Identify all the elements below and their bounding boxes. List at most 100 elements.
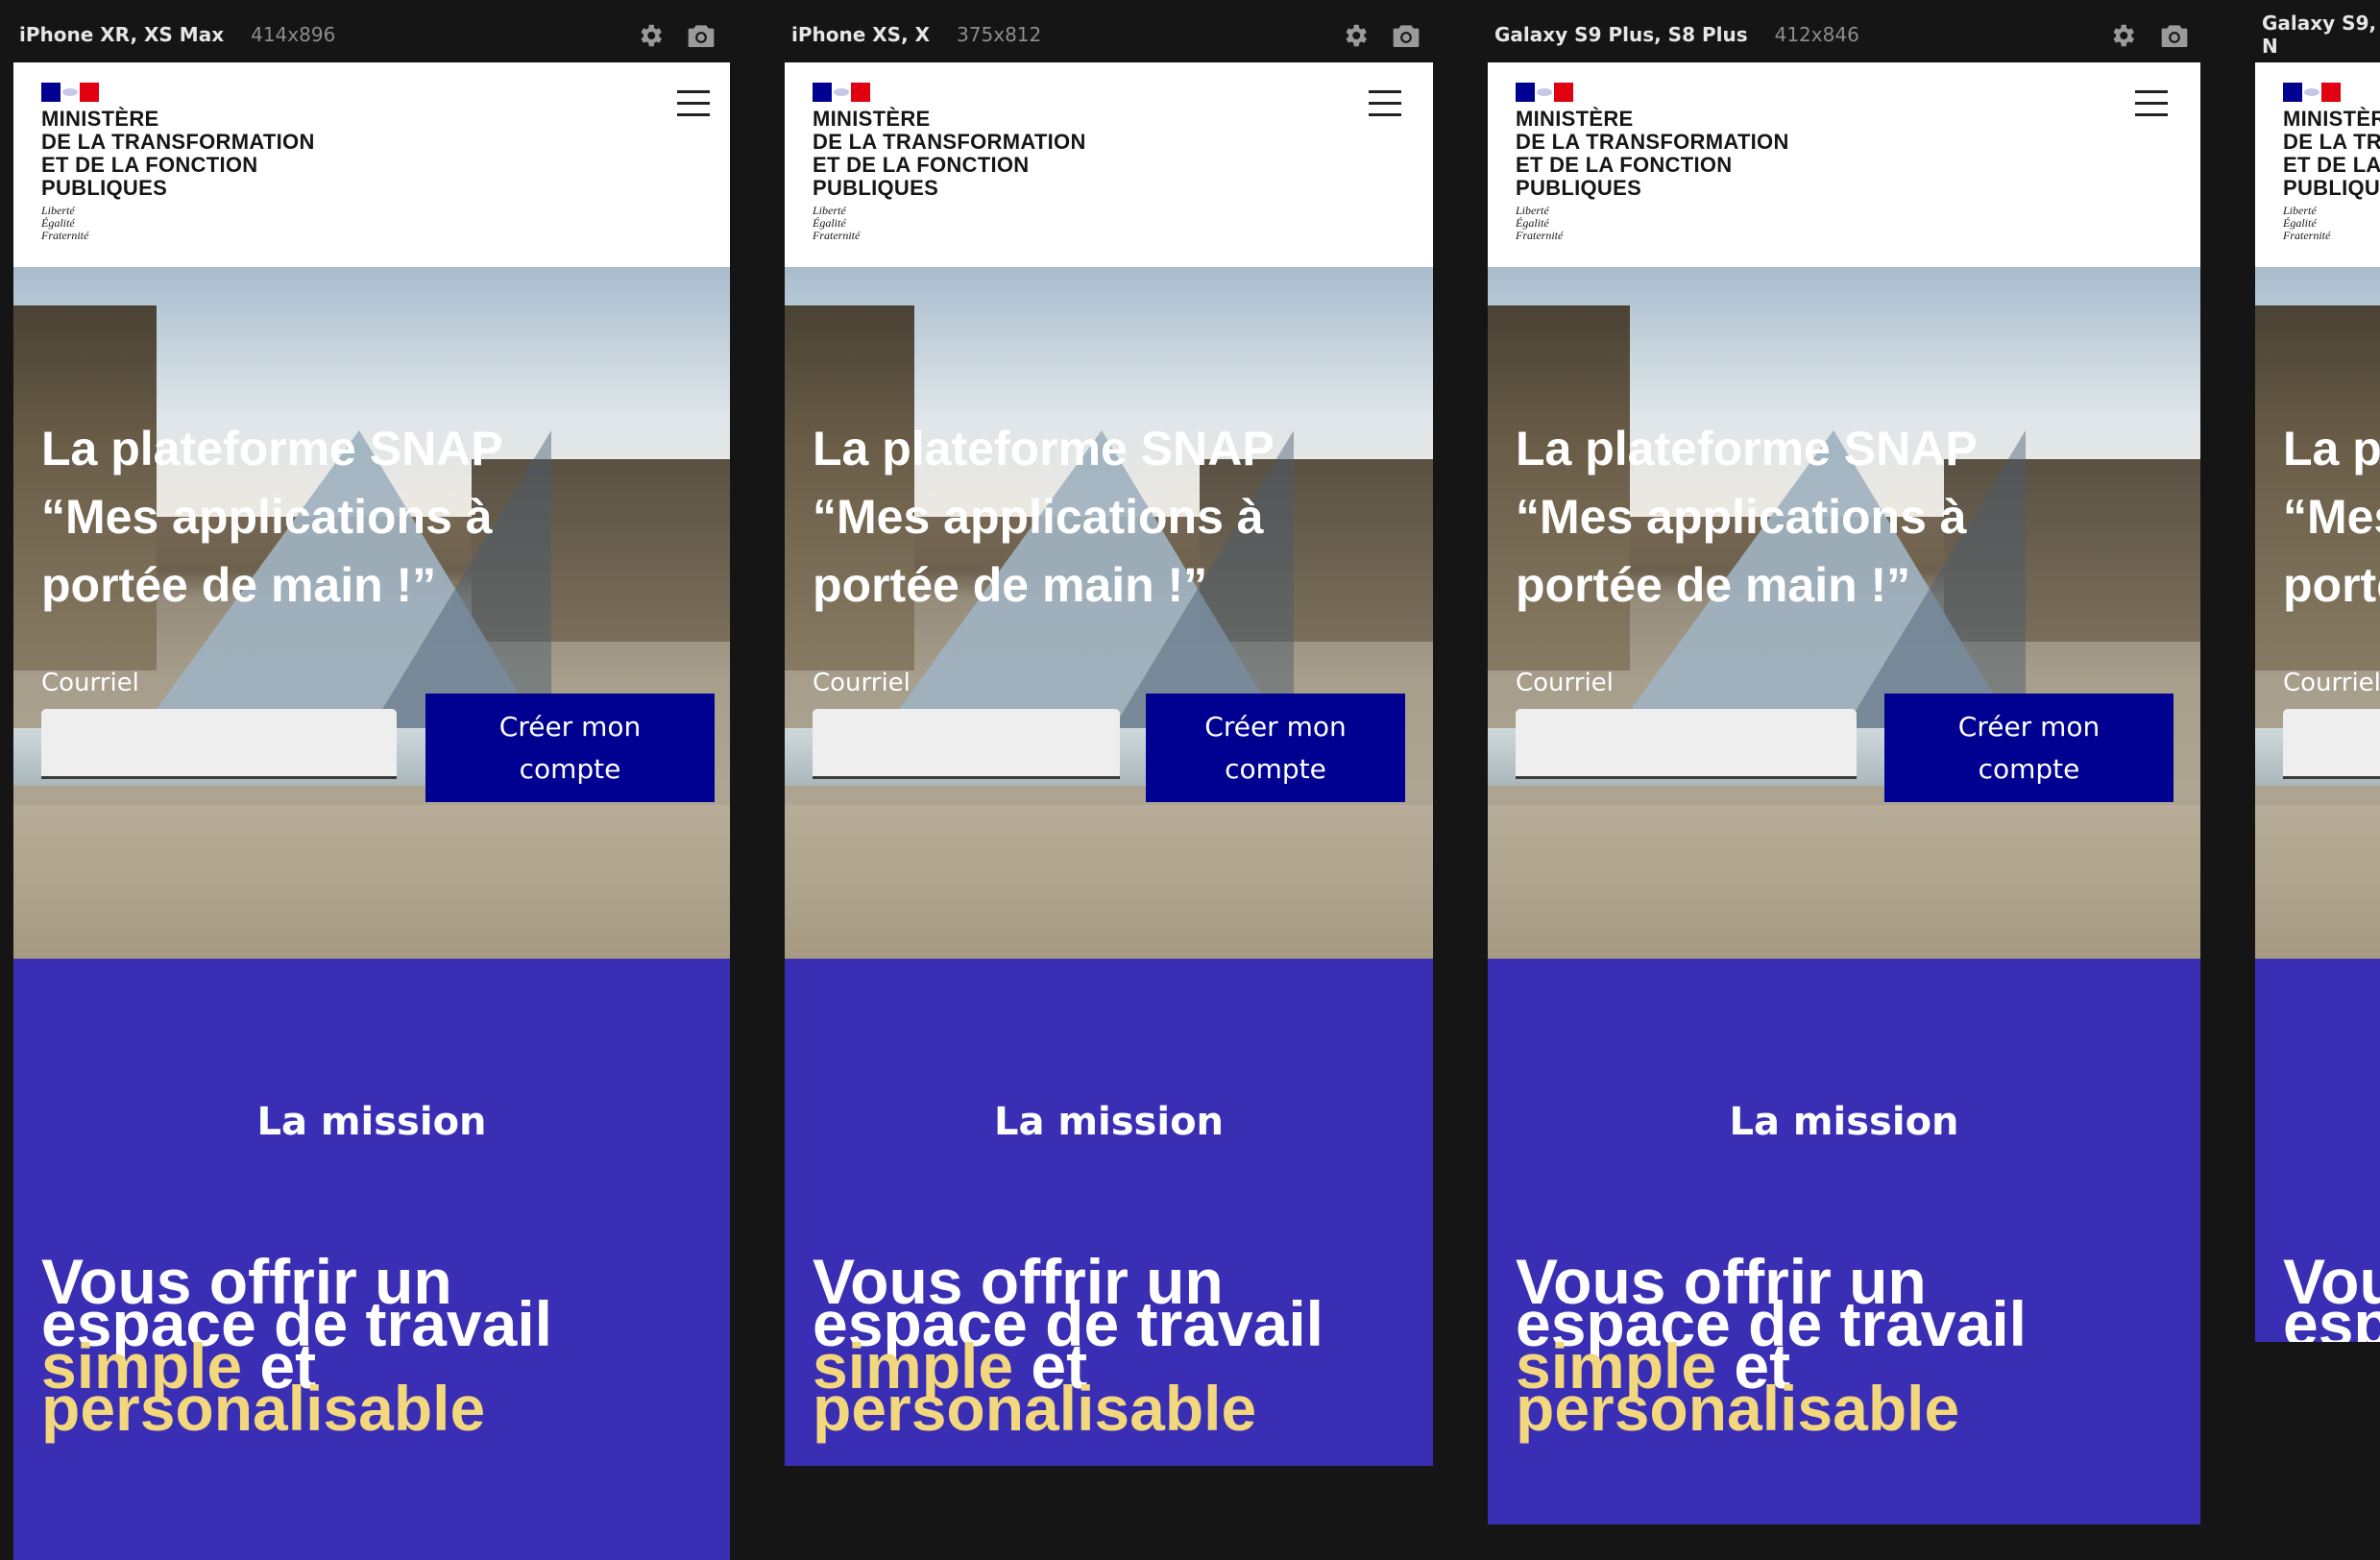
republic-motto: Liberté Égalité Fraternité (813, 205, 860, 242)
hero-title-line: “Mes applications à (2283, 490, 2380, 544)
device-label: Galaxy S9, N (2262, 12, 2380, 58)
create-account-button[interactable]: Créer mon compte (1884, 694, 2174, 802)
gear-icon[interactable] (2108, 21, 2139, 50)
device-name: iPhone XS, X (791, 23, 931, 46)
republic-motto: Liberté Égalité Fraternité (41, 205, 88, 242)
hero-title: La plateforme SNAP “Mes applications à por… (41, 415, 503, 620)
email-input[interactable] (813, 709, 1120, 779)
create-account-label: Créer mon compte (1958, 706, 2100, 791)
hero-title-line: portée de main !” (813, 558, 1208, 612)
device-name: iPhone XR, XS Max (19, 23, 225, 46)
mission-headline: Vous offrir unespace de travailsimple et… (2283, 1250, 2380, 1342)
flag-red (2321, 83, 2341, 102)
create-account-label-line: Créer mon (1204, 710, 1347, 743)
ministry-name-line: ET DE LA FONCTION (813, 153, 1030, 177)
device-name: Galaxy S9 Plus, S8 Plus (1494, 23, 1748, 46)
headline-line: personalisable (1516, 1377, 2027, 1440)
email-label: Courriel (2283, 669, 2380, 697)
device-viewport: MINISTÈREDE LA TRANSFORMATIONET DE LA FO… (1488, 62, 2200, 1524)
mission-headline: Vous offrir unespace de travailsimple et… (1516, 1250, 2027, 1440)
ministry-name: MINISTÈREDE LA TRANSFORMATIONET DE LA FO… (813, 108, 1086, 200)
email-input[interactable] (1516, 709, 1857, 779)
hero-banner: La plateforme SNAP “Mes applications à por… (2255, 267, 2380, 959)
flag-white (832, 83, 851, 102)
mission-heading: La mission (993, 1100, 1225, 1144)
marianne-flag-logo (813, 83, 870, 102)
hero-title-line: “Mes applications à (1516, 490, 1967, 544)
ministry-name-line: MINISTÈRE (1516, 107, 1634, 131)
hero-title-line: portée de main !” (2283, 558, 2380, 612)
camera-icon[interactable] (1391, 21, 1421, 50)
site-header: MINISTÈREDE LA TRANSFORMATIONET DE LA FO… (2255, 62, 2380, 267)
hero-title-line: La plateforme SNAP (813, 422, 1275, 475)
hero-title-line: “Mes applications à (41, 490, 493, 544)
site-header: MINISTÈREDE LA TRANSFORMATIONET DE LA FO… (13, 62, 730, 267)
headline-line: personalisable (813, 1377, 1324, 1440)
ministry-name-line: PUBLIQUES (2283, 176, 2380, 200)
hamburger-menu-icon[interactable] (1369, 87, 1401, 120)
ministry-name-line: MINISTÈRE (813, 107, 931, 131)
create-account-label: Créer mon compte (499, 706, 641, 791)
create-account-button[interactable]: Créer mon compte (1146, 694, 1405, 802)
mission-heading: La mission (1729, 1100, 1959, 1144)
gear-icon[interactable] (636, 21, 667, 50)
hero-photo-plaza (2255, 805, 2380, 959)
create-account-label-line: compte (1225, 752, 1326, 785)
ministry-name-line: PUBLIQUES (813, 176, 939, 200)
headline-highlight-personalisable: personalisable (813, 1373, 1257, 1444)
ministry-name-line: MINISTÈRE (41, 107, 159, 131)
ministry-name-line: PUBLIQUES (41, 176, 168, 200)
marianne-flag-logo (1516, 83, 1573, 102)
ministry-name-line: DE LA TRANSFORMATION (41, 130, 315, 154)
hero-photo-plaza (1488, 805, 2200, 959)
device-size: 375x812 (957, 23, 1042, 46)
ministry-name-line: MINISTÈRE (2283, 107, 2380, 131)
email-input[interactable] (2283, 709, 2380, 779)
flag-white (1535, 83, 1554, 102)
flag-white (2302, 83, 2321, 102)
viewport-content: MINISTÈREDE LA TRANSFORMATIONET DE LA FO… (13, 62, 730, 1560)
create-account-label-line: compte (519, 752, 621, 785)
ministry-name-line: PUBLIQUES (1516, 176, 1642, 200)
create-account-label-line: Créer mon (1957, 710, 2101, 743)
hero-title-line: La plateforme SNAP (1516, 422, 1978, 475)
mission-heading: La mission (256, 1100, 487, 1144)
flag-blue (1516, 83, 1535, 102)
hero-title-line: portée de main !” (1516, 558, 1911, 612)
ministry-name-line: DE LA TRANSFORMATION (2283, 130, 2380, 154)
flag-blue (813, 83, 832, 102)
camera-icon[interactable] (686, 21, 716, 50)
hero-title-line: portée de main !” (41, 558, 437, 612)
ministry-name-line: ET DE LA FONCTION (2283, 153, 2380, 177)
device-label: iPhone XR, XS Max 414x896 (19, 21, 335, 48)
hero-photo-plaza (13, 805, 730, 959)
mission-heading: La mission (2255, 1100, 2380, 1144)
hero-photo-plaza (785, 805, 1433, 959)
flag-white (61, 83, 80, 102)
email-input[interactable] (41, 709, 397, 779)
motto-line: Fraternité (1516, 229, 1564, 242)
site-header: MINISTÈREDE LA TRANSFORMATIONET DE LA FO… (785, 62, 1433, 267)
flag-blue (41, 83, 61, 102)
ministry-name-line: ET DE LA FONCTION (1516, 153, 1733, 177)
motto-line: Fraternité (2283, 229, 2331, 242)
gear-icon[interactable] (1341, 21, 1372, 50)
hero-banner: La plateforme SNAP “Mes applications à por… (785, 267, 1433, 959)
republic-motto: Liberté Égalité Fraternité (1516, 205, 1563, 242)
republic-motto: Liberté Égalité Fraternité (2283, 205, 2330, 242)
email-label: Courriel (813, 669, 911, 697)
email-label: Courriel (1516, 669, 1614, 697)
marianne-flag-logo (2283, 83, 2341, 102)
ministry-name: MINISTÈREDE LA TRANSFORMATIONET DE LA FO… (41, 108, 315, 200)
create-account-label-line: Créer mon (498, 710, 642, 743)
create-account-button[interactable]: Créer mon compte (425, 694, 715, 802)
headline-line: personalisable (41, 1377, 552, 1440)
hero-title-line: “Mes applications à (813, 490, 1264, 544)
flag-red (851, 83, 870, 102)
ministry-name: MINISTÈREDE LA TRANSFORMATIONET DE LA FO… (1516, 108, 1789, 200)
camera-icon[interactable] (2159, 21, 2190, 50)
hamburger-menu-icon[interactable] (2135, 87, 2168, 120)
mission-headline: Vous offrir unespace de travailsimple et… (41, 1250, 552, 1440)
hamburger-menu-icon[interactable] (677, 87, 710, 120)
ministry-name-line: DE LA TRANSFORMATION (1516, 130, 1789, 154)
